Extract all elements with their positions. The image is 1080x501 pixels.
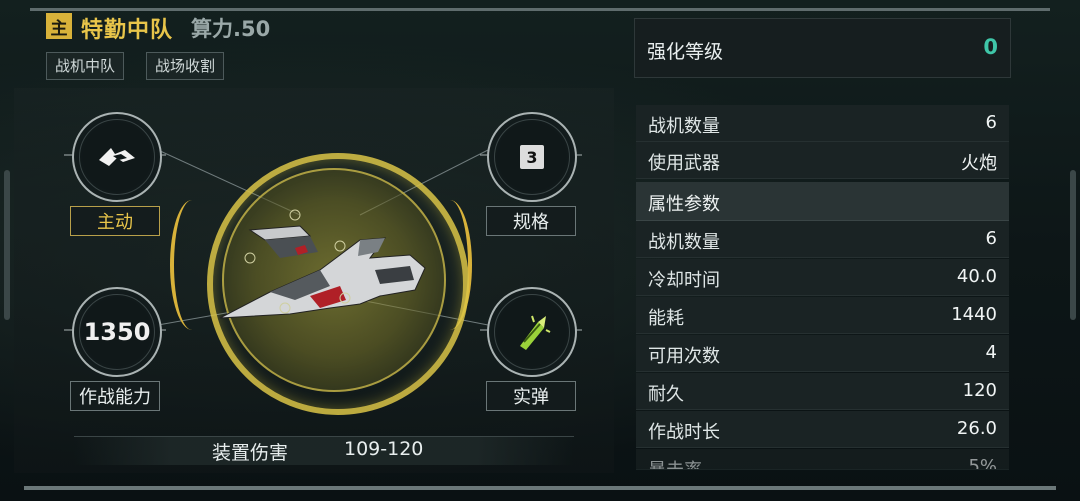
attr-value: 4: [985, 342, 997, 363]
frame-bottom-bezel: [24, 486, 1056, 490]
fighter-ship-icon: [219, 209, 426, 319]
attr-key: 可用次数: [648, 346, 720, 367]
spec-node[interactable]: 3: [487, 112, 577, 202]
upgrade-level-box[interactable]: 强化等级 0: [634, 18, 1011, 78]
attr-row: 冷却时间 40.0: [636, 259, 1009, 296]
stat-row: 使用武器 火炮: [636, 142, 1009, 179]
attr-value: 1440: [951, 304, 997, 325]
attr-value: 6: [985, 228, 997, 249]
attr-key: 能耗: [648, 308, 684, 329]
spec-value: 3: [520, 145, 544, 169]
attr-value: 40.0: [956, 266, 997, 287]
wing-emblem-icon: [99, 148, 135, 166]
damage-label: 装置伤害: [212, 442, 289, 464]
stat-key: 使用武器: [648, 153, 720, 174]
damage-value: 109-120: [344, 438, 424, 460]
attr-key: 耐久: [648, 384, 684, 405]
frame-right-bezel: [1070, 170, 1076, 320]
attr-value: 5%: [968, 456, 997, 470]
section-title: 属性参数: [648, 194, 720, 215]
ammo-type-node[interactable]: [487, 287, 577, 377]
attr-row: 耐久 120: [636, 373, 1009, 410]
active-label: 主动: [70, 206, 160, 236]
attr-value: 120: [962, 380, 997, 401]
shell-icon: [520, 315, 551, 350]
attr-row: 可用次数 4: [636, 335, 1009, 372]
ammo-type-label: 实弹: [486, 381, 576, 411]
combat-power-node[interactable]: 1350: [72, 287, 162, 377]
stat-key: 战机数量: [648, 116, 720, 137]
stat-value: 6: [985, 112, 997, 133]
attr-row: 能耗 1440: [636, 297, 1009, 334]
attr-row: 暴击率 5%: [636, 449, 1009, 470]
active-skill-node[interactable]: [72, 112, 162, 202]
attr-key: 战机数量: [648, 232, 720, 253]
attr-key: 作战时长: [648, 422, 720, 443]
stat-value: 火炮: [961, 153, 997, 174]
attr-key: 暴击率: [648, 456, 702, 469]
attr-row: 战机数量 6: [636, 221, 1009, 258]
upgrade-level-label: 强化等级: [647, 41, 724, 63]
combat-power-value: 1350: [83, 318, 151, 346]
spec-label: 规格: [486, 206, 576, 236]
attr-row: 作战时长 26.0: [636, 411, 1009, 448]
attr-value: 26.0: [956, 418, 997, 439]
combat-power-label: 作战能力: [70, 381, 160, 411]
stat-row: 战机数量 6: [636, 105, 1009, 142]
upgrade-level-value: 0: [983, 35, 998, 59]
attributes-section-header: 属性参数: [636, 182, 1009, 221]
damage-row: [74, 436, 574, 465]
attr-key: 冷却时间: [648, 270, 720, 291]
